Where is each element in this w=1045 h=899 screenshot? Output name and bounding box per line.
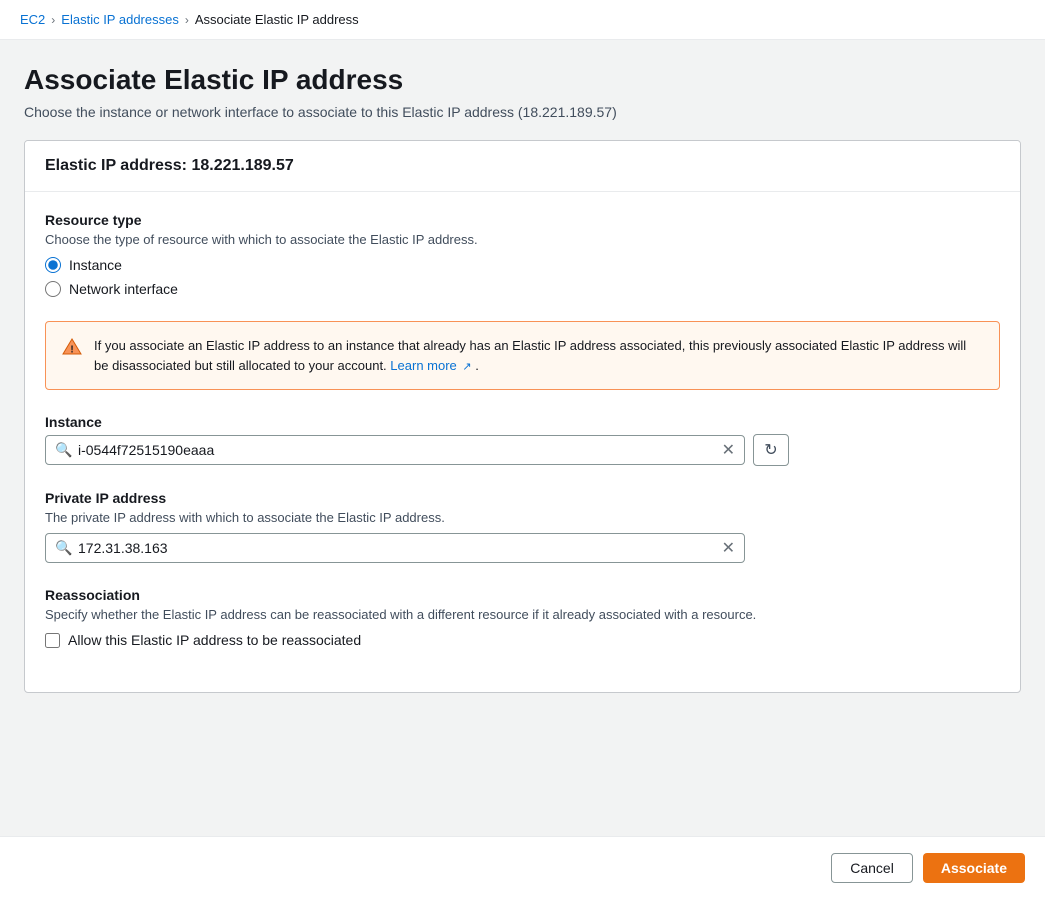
refresh-icon: ↻	[764, 440, 777, 460]
page-content: Associate Elastic IP address Choose the …	[0, 40, 1045, 717]
radio-item-instance[interactable]: Instance	[45, 257, 1000, 273]
instance-refresh-button[interactable]: ↻	[753, 434, 789, 466]
instance-search-input[interactable]	[45, 435, 745, 465]
instance-section: Instance 🔍 ✕ ↻	[45, 414, 1000, 466]
breadcrumb: EC2 › Elastic IP addresses › Associate E…	[0, 0, 1045, 40]
resource-type-radio-group: Instance Network interface	[45, 257, 1000, 297]
private-ip-search-icon: 🔍	[55, 540, 72, 557]
cancel-button[interactable]: Cancel	[831, 853, 913, 883]
learn-more-label: Learn more	[390, 358, 456, 373]
warning-icon: !	[62, 337, 82, 357]
main-card: Elastic IP address: 18.221.189.57 Resour…	[24, 140, 1021, 693]
breadcrumb-separator-1: ›	[51, 13, 55, 27]
radio-instance-input[interactable]	[45, 257, 61, 273]
warning-period: .	[475, 358, 479, 373]
private-ip-input[interactable]	[45, 533, 745, 563]
private-ip-section: Private IP address The private IP addres…	[45, 490, 1000, 563]
card-body: Resource type Choose the type of resourc…	[25, 192, 1020, 692]
svg-text:!: !	[70, 345, 73, 356]
resource-type-label: Resource type	[45, 212, 1000, 228]
reassociation-section: Reassociation Specify whether the Elasti…	[45, 587, 1000, 648]
breadcrumb-separator-2: ›	[185, 13, 189, 27]
breadcrumb-ec2-link[interactable]: EC2	[20, 12, 45, 27]
reassociation-checkbox[interactable]	[45, 633, 60, 648]
reassociation-checkbox-label[interactable]: Allow this Elastic IP address to be reas…	[68, 632, 361, 648]
instance-search-icon: 🔍	[55, 442, 72, 459]
instance-search-wrapper: 🔍 ✕	[45, 435, 745, 465]
external-link-icon: ↗︎	[462, 361, 471, 373]
resource-type-section: Resource type Choose the type of resourc…	[45, 212, 1000, 297]
private-ip-clear-icon[interactable]: ✕	[722, 538, 735, 558]
warning-box: ! If you associate an Elastic IP address…	[45, 321, 1000, 390]
instance-clear-icon[interactable]: ✕	[722, 440, 735, 460]
warning-text: If you associate an Elastic IP address t…	[94, 336, 983, 375]
private-ip-wrapper: 🔍 ✕	[45, 533, 745, 563]
reassociation-desc: Specify whether the Elastic IP address c…	[45, 607, 1000, 622]
card-header-title: Elastic IP address: 18.221.189.57	[45, 157, 294, 174]
radio-network-input[interactable]	[45, 281, 61, 297]
radio-network-label[interactable]: Network interface	[69, 281, 178, 297]
page-title: Associate Elastic IP address	[24, 64, 1021, 96]
instance-input-row: 🔍 ✕ ↻	[45, 434, 1000, 466]
resource-type-desc: Choose the type of resource with which t…	[45, 232, 1000, 247]
card-header: Elastic IP address: 18.221.189.57	[25, 141, 1020, 192]
page-subtitle: Choose the instance or network interface…	[24, 104, 1021, 120]
footer: Cancel Associate	[0, 836, 1045, 899]
radio-item-network[interactable]: Network interface	[45, 281, 1000, 297]
associate-button[interactable]: Associate	[923, 853, 1025, 883]
learn-more-link[interactable]: Learn more ↗︎	[390, 358, 475, 373]
instance-field-label: Instance	[45, 414, 1000, 430]
private-ip-label: Private IP address	[45, 490, 1000, 506]
reassociation-label: Reassociation	[45, 587, 1000, 603]
breadcrumb-current: Associate Elastic IP address	[195, 12, 359, 27]
private-ip-input-row: 🔍 ✕	[45, 533, 1000, 563]
radio-instance-label[interactable]: Instance	[69, 257, 122, 273]
breadcrumb-elastic-ips-link[interactable]: Elastic IP addresses	[61, 12, 179, 27]
reassociation-checkbox-row[interactable]: Allow this Elastic IP address to be reas…	[45, 632, 1000, 648]
private-ip-desc: The private IP address with which to ass…	[45, 510, 1000, 525]
warning-message: If you associate an Elastic IP address t…	[94, 338, 966, 373]
